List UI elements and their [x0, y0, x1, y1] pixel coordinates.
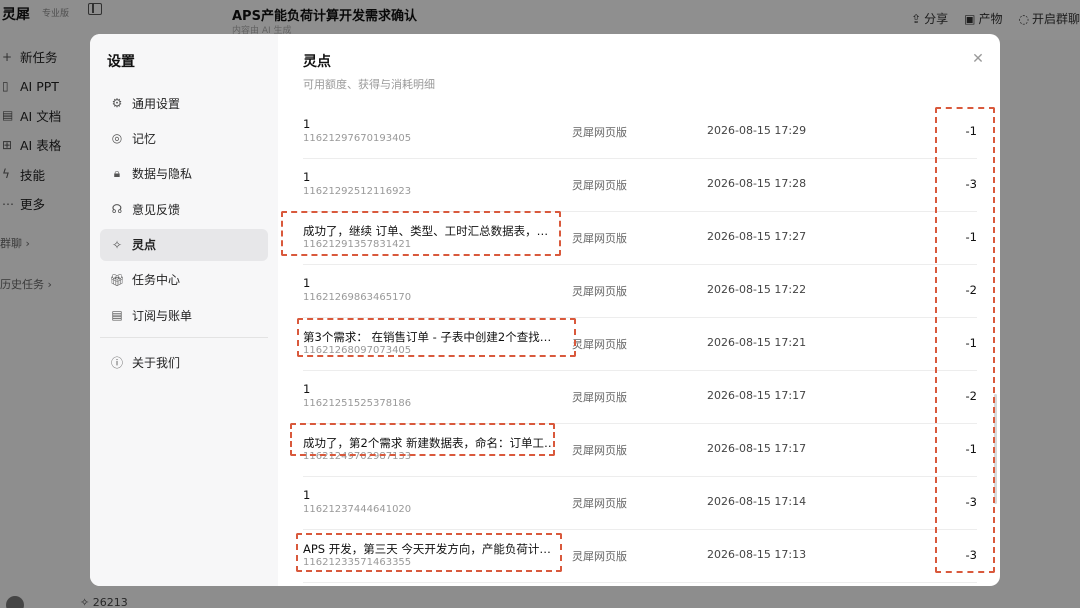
record-description: 1	[303, 117, 311, 131]
gift-icon: 🎁︎	[109, 272, 125, 287]
feedback-icon: ☊	[111, 202, 123, 217]
record-time: 2026-08-15 17:28	[707, 177, 807, 190]
record-amount: -3	[965, 495, 977, 509]
settings-nav-label: 灵点	[132, 238, 157, 253]
points-record-row: 第3个需求： 在销售订单 - 子表中创建2个查找引用... 1162126809…	[303, 318, 977, 371]
record-time: 2026-08-15 17:29	[707, 124, 807, 137]
settings-modal: 设置 ⚙ 通用设置 ◎ 记忆 🔒︎ 数据与隐私 ☊ 意见反馈 ✧ 灵点 🎁︎ 任务中心 ▤ 订阅与账单 ⓘ 关…	[90, 34, 1000, 586]
record-time: 2026-08-15 17:17	[707, 389, 807, 402]
settings-nav-item[interactable]: ✧ 灵点	[100, 228, 268, 261]
settings-nav-item[interactable]: ⚙ 通用设置	[100, 87, 268, 119]
lock-icon: 🔒︎	[113, 166, 121, 181]
points-record-row: 成功了，继续 订单、类型、工时汇总数据表，继续... 1162129135783…	[303, 212, 977, 265]
settings-title: 设置	[107, 54, 135, 70]
gear-icon: ⚙	[111, 96, 123, 110]
settings-nav-label: 记忆	[132, 131, 157, 146]
record-source: 灵犀网页版	[572, 285, 627, 298]
settings-nav-label: 订阅与账单	[132, 308, 193, 323]
settings-nav-item[interactable]: 🎁︎ 任务中心	[100, 264, 268, 296]
settings-nav-item[interactable]: ▤ 订阅与账单	[100, 299, 268, 331]
record-source: 灵犀网页版	[572, 338, 627, 351]
record-time: 2026-08-15 17:17	[707, 442, 807, 455]
record-source: 灵犀网页版	[572, 391, 627, 404]
record-amount: -2	[965, 283, 977, 297]
points-record-row: 1 11621237444641020 灵犀网页版 2026-08-15 17:…	[303, 477, 977, 530]
record-time: 2026-08-15 17:13	[707, 548, 807, 561]
record-amount: -2	[965, 389, 977, 403]
settings-nav-label: 任务中心	[132, 273, 181, 288]
panel-subtitle: 可用额度、获得与消耗明细	[303, 78, 435, 91]
settings-nav-item[interactable]: ◎ 记忆	[100, 122, 268, 154]
points-record-list: 1 11621297670193405 灵犀网页版 2026-08-15 17:…	[303, 106, 977, 583]
record-amount: -1	[965, 124, 977, 138]
settings-nav-label: 通用设置	[132, 96, 181, 111]
settings-nav-label: 意见反馈	[132, 202, 181, 217]
record-amount: -1	[965, 336, 977, 350]
record-source: 灵犀网页版	[572, 444, 627, 457]
settings-divider	[100, 337, 268, 339]
record-amount: -1	[965, 230, 977, 244]
record-source: 灵犀网页版	[572, 126, 627, 139]
record-id: 11621297670193405	[303, 133, 412, 144]
record-description: 成功了，第2个需求 新建数据表，命名：订单工时...	[303, 436, 558, 450]
record-amount: -1	[965, 442, 977, 456]
record-description: 1	[303, 382, 311, 396]
record-amount: -3	[965, 548, 977, 562]
record-time: 2026-08-15 17:21	[707, 336, 807, 349]
record-source: 灵犀网页版	[572, 179, 627, 192]
settings-nav-label: 关于我们	[132, 355, 181, 370]
points-record-row: 1 11621292512116923 灵犀网页版 2026-08-15 17:…	[303, 159, 977, 212]
record-source: 灵犀网页版	[572, 232, 627, 245]
record-amount: -3	[965, 177, 977, 191]
points-record-row: 1 11621297670193405 灵犀网页版 2026-08-15 17:…	[303, 106, 977, 159]
record-time: 2026-08-15 17:27	[707, 230, 807, 243]
record-time: 2026-08-15 17:14	[707, 495, 807, 508]
record-source: 灵犀网页版	[572, 550, 627, 563]
settings-nav-item[interactable]: 🔒︎ 数据与隐私	[100, 158, 268, 190]
close-icon[interactable]: ✕	[970, 51, 986, 67]
record-id: 11621292512116923	[303, 186, 412, 197]
settings-nav-item[interactable]: ☊ 意见反馈	[100, 193, 268, 225]
points-panel: 灵点 可用额度、获得与消耗明细 ✕ 1 11621297670193405 灵犀…	[278, 34, 1000, 586]
record-id: 11621269863465170	[303, 292, 412, 303]
record-id: 11621233571463355	[303, 557, 412, 568]
points-record-row: 1 11621251525378186 灵犀网页版 2026-08-15 17:…	[303, 371, 977, 424]
settings-nav: ⚙ 通用设置 ◎ 记忆 🔒︎ 数据与隐私 ☊ 意见反馈 ✧ 灵点 🎁︎ 任务中心 ▤ 订阅与账单 ⓘ 关于我们	[100, 87, 268, 382]
record-source: 灵犀网页版	[572, 497, 627, 510]
points-record-row: 1 11621269863465170 灵犀网页版 2026-08-15 17:…	[303, 265, 977, 318]
record-id: 11621249702987133	[303, 451, 412, 462]
record-description: 1	[303, 276, 311, 290]
points-record-row: APS 开发，第三天 今天开发方向，产能负荷计算，... 11621233571…	[303, 530, 977, 583]
memory-icon: ◎	[111, 131, 123, 146]
record-description: APS 开发，第三天 今天开发方向，产能负荷计算，...	[303, 542, 558, 556]
record-id: 11621237444641020	[303, 504, 412, 515]
panel-title: 灵点	[303, 54, 331, 70]
record-id: 11621251525378186	[303, 398, 412, 409]
record-description: 1	[303, 488, 311, 502]
bill-icon: ▤	[111, 308, 123, 323]
info-icon: ⓘ	[110, 355, 123, 370]
settings-nav-label: 数据与隐私	[132, 167, 193, 182]
sparkle-icon: ✧	[111, 237, 123, 252]
record-id: 11621291357831421	[303, 239, 412, 250]
settings-nav-item-about[interactable]: ⓘ 关于我们	[100, 346, 268, 378]
scrollbar[interactable]	[994, 394, 997, 504]
record-description: 1	[303, 170, 311, 184]
record-description: 第3个需求： 在销售订单 - 子表中创建2个查找引用...	[303, 330, 558, 344]
settings-sidebar: 设置 ⚙ 通用设置 ◎ 记忆 🔒︎ 数据与隐私 ☊ 意见反馈 ✧ 灵点 🎁︎ 任务中心 ▤ 订阅与账单 ⓘ 关…	[90, 34, 278, 586]
record-time: 2026-08-15 17:22	[707, 283, 807, 296]
record-description: 成功了，继续 订单、类型、工时汇总数据表，继续...	[303, 224, 558, 238]
record-id: 11621268097073405	[303, 345, 412, 356]
points-record-row: 成功了，第2个需求 新建数据表，命名：订单工时... 1162124970298…	[303, 424, 977, 477]
